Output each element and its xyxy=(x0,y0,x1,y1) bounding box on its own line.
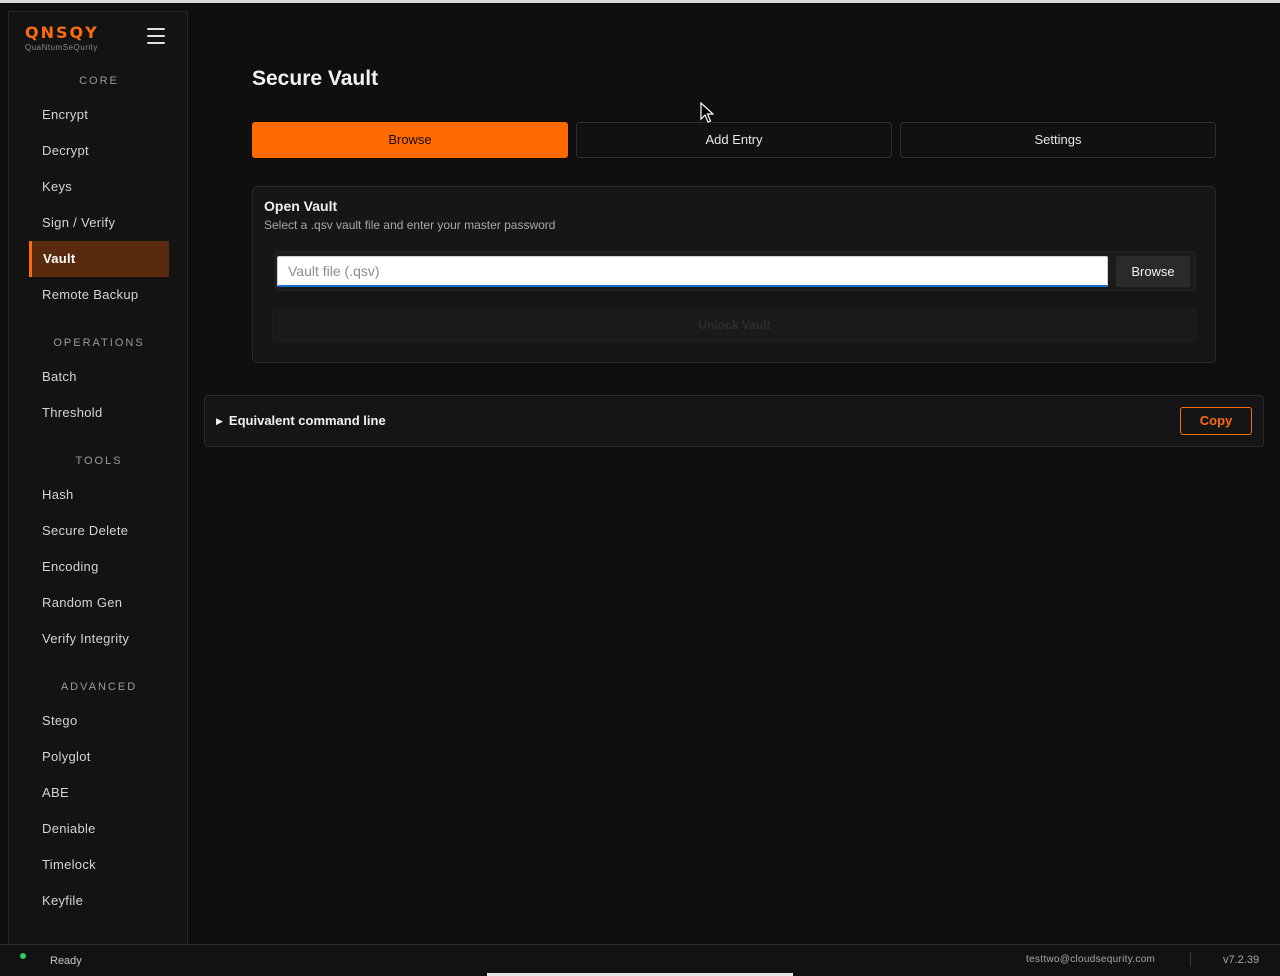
sidebar-item-stego[interactable]: Stego xyxy=(29,703,169,739)
expand-triangle-icon: ▶ xyxy=(216,416,223,426)
sidebar-item-remote-backup[interactable]: Remote Backup xyxy=(29,277,169,313)
unlock-vault-button[interactable]: Unlock Vault xyxy=(272,308,1197,342)
sidebar-item-deniable[interactable]: Deniable xyxy=(29,811,169,847)
status-divider xyxy=(1190,952,1191,967)
command-line-panel: ▶ Equivalent command line Copy xyxy=(204,395,1264,447)
sidebar-item-decrypt[interactable]: Decrypt xyxy=(29,133,169,169)
section-core: CORE xyxy=(79,75,119,87)
sidebar-item-encoding[interactable]: Encoding xyxy=(29,549,169,585)
sidebar-item-keyfile[interactable]: Keyfile xyxy=(29,883,169,919)
open-vault-title: Open Vault xyxy=(264,198,338,214)
open-vault-card: Open Vault Select a .qsv vault file and … xyxy=(252,186,1216,363)
sidebar-item-secure-delete[interactable]: Secure Delete xyxy=(29,513,169,549)
sidebar-item-abe[interactable]: ABE xyxy=(29,775,169,811)
command-line-toggle[interactable]: ▶ Equivalent command line xyxy=(216,413,386,428)
command-line-label: Equivalent command line xyxy=(228,413,386,428)
vault-file-row: Browse xyxy=(275,251,1196,291)
sidebar-item-sign-verify[interactable]: Sign / Verify xyxy=(29,205,169,241)
copy-command-button[interactable]: Copy xyxy=(1180,407,1252,435)
logo-tagline: QuaNtumSeQurity xyxy=(25,43,98,52)
sidebar-item-polyglot[interactable]: Polyglot xyxy=(29,739,169,775)
hamburger-menu-icon[interactable] xyxy=(147,28,165,44)
section-operations: OPERATIONS xyxy=(53,337,145,349)
vault-file-input[interactable] xyxy=(277,256,1108,287)
status-text: Ready xyxy=(50,955,82,967)
tab-settings[interactable]: Settings xyxy=(900,122,1216,158)
section-advanced: ADVANCED xyxy=(60,681,138,693)
sidebar-item-vault[interactable]: Vault xyxy=(29,241,169,277)
tab-browse[interactable]: Browse xyxy=(252,122,568,158)
app-logo: QNSQY QuaNtumSeQurity xyxy=(25,23,99,53)
sidebar-item-timelock[interactable]: Timelock xyxy=(29,847,169,883)
app-version: v7.2.39 xyxy=(1223,954,1260,966)
sidebar-item-batch[interactable]: Batch xyxy=(29,359,169,395)
section-tools: TOOLS xyxy=(75,455,123,467)
user-email: testtwo@cloudsequrity.com xyxy=(1026,954,1156,965)
sidebar-item-keys[interactable]: Keys xyxy=(29,169,169,205)
page-title: Secure Vault xyxy=(252,67,379,90)
status-dot-icon xyxy=(20,953,26,959)
sidebar-item-verify-integrity[interactable]: Verify Integrity xyxy=(29,621,169,657)
status-bar: Ready testtwo@cloudsequrity.com v7.2.39 xyxy=(0,944,1280,976)
open-vault-subtitle: Select a .qsv vault file and enter your … xyxy=(264,218,556,232)
sidebar-item-random-gen[interactable]: Random Gen xyxy=(29,585,169,621)
sidebar-item-encrypt[interactable]: Encrypt xyxy=(29,97,169,133)
sidebar-item-hash[interactable]: Hash xyxy=(29,477,169,513)
sidebar-item-threshold[interactable]: Threshold xyxy=(29,395,169,431)
top-window-edge xyxy=(0,0,1280,3)
mouse-cursor-icon xyxy=(700,102,714,123)
vault-file-browse-button[interactable]: Browse xyxy=(1116,256,1190,287)
sidebar: QNSQY QuaNtumSeQurity CORE Encrypt Decry… xyxy=(8,11,188,944)
tab-add-entry[interactable]: Add Entry xyxy=(576,122,892,158)
logo-wordmark: QNSQY xyxy=(25,23,99,42)
